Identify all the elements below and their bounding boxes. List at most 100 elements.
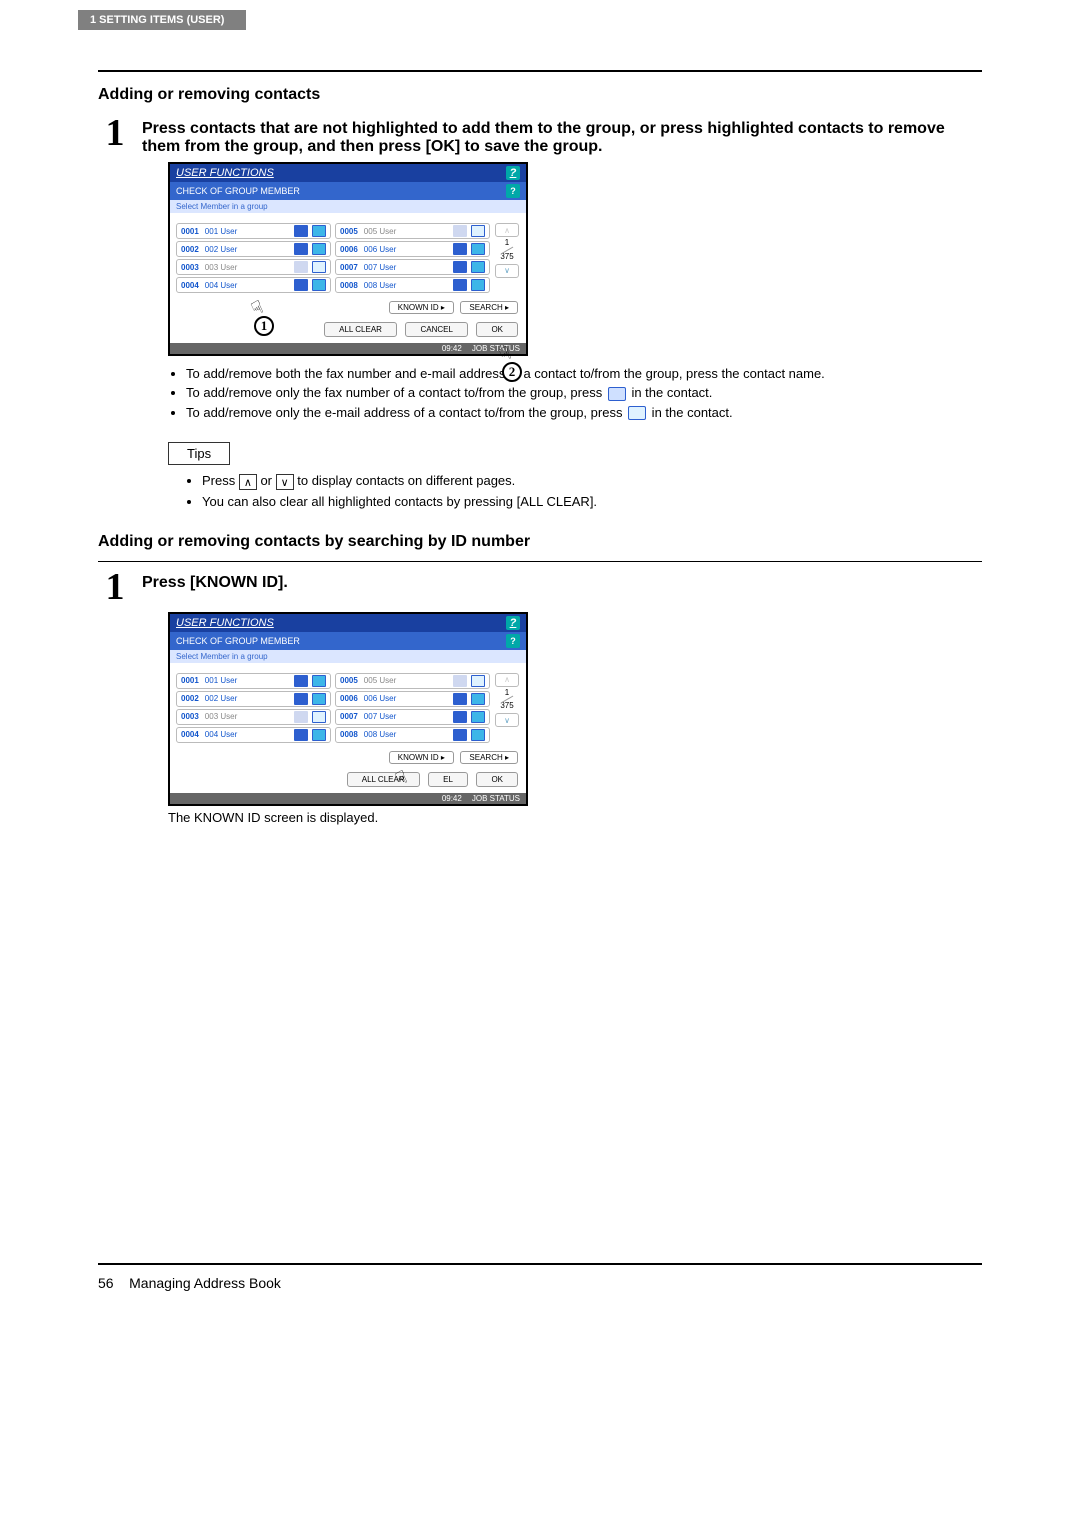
contact-row: 0007007 User [335, 709, 490, 725]
search-button: SEARCH ▸ [460, 301, 518, 314]
email-icon [312, 729, 326, 741]
tip: You can also clear all highlighted conta… [202, 494, 982, 509]
email-icon [312, 693, 326, 705]
divider [98, 1263, 982, 1265]
email-icon [312, 675, 326, 687]
section-title: Adding or removing contacts by searching… [98, 533, 982, 551]
divider [98, 561, 982, 562]
email-icon [471, 711, 485, 723]
contact-row: 0001001 User [176, 223, 331, 239]
contact-row: 0005005 User [335, 223, 490, 239]
fax-icon [294, 675, 308, 687]
callout-2: 2 [502, 362, 522, 382]
fax-icon [453, 693, 467, 705]
fax-icon [294, 243, 308, 255]
fax-icon [294, 693, 308, 705]
fax-icon [453, 225, 467, 237]
step-number: 1 [98, 114, 132, 152]
email-icon [471, 261, 485, 273]
contact-row: 0007007 User [335, 259, 490, 275]
fax-icon [453, 729, 467, 741]
callout-1: 1 [254, 316, 274, 336]
contact-row: 0002002 User [176, 241, 331, 257]
fax-icon [453, 675, 467, 687]
page-total: 375 [500, 701, 513, 710]
contact-row: 0002002 User [176, 691, 331, 707]
screen-title: USER FUNCTIONS [176, 167, 274, 179]
help-icon: ? [506, 166, 520, 180]
fax-icon [294, 225, 308, 237]
help-icon: ? [506, 616, 520, 630]
contact-row: 0004004 User [176, 727, 331, 743]
email-icon [471, 225, 485, 237]
contact-row: 0008008 User [335, 727, 490, 743]
email-icon [471, 729, 485, 741]
contact-row: 0008008 User [335, 277, 490, 293]
ok-button: OK [476, 322, 518, 337]
notes-list: To add/remove both the fax number and e-… [168, 366, 982, 420]
ok-button: OK [476, 772, 518, 787]
email-icon [312, 711, 326, 723]
tip: Press ∧ or ∨ to display contacts on diff… [202, 473, 982, 490]
known-id-button: KNOWN ID ▸ [389, 301, 454, 314]
help-icon: ? [506, 184, 520, 198]
result-text: The KNOWN ID screen is displayed. [168, 810, 982, 825]
page-number: 56 [98, 1275, 114, 1291]
fax-icon [608, 387, 626, 401]
fax-icon [294, 729, 308, 741]
page-up-icon: ∧ [495, 673, 519, 687]
step-number: 1 [98, 568, 132, 606]
search-button: SEARCH ▸ [460, 751, 518, 764]
contact-row: 0005005 User [335, 673, 490, 689]
step-instruction: Press contacts that are not highlighted … [142, 114, 982, 156]
cancel-button: CANCEL [405, 322, 467, 337]
tips-label: Tips [168, 442, 230, 465]
chapter-tab: 1 SETTING ITEMS (USER) [78, 10, 246, 30]
email-icon [471, 675, 485, 687]
email-icon [312, 279, 326, 291]
email-icon [628, 406, 646, 420]
known-id-button: KNOWN ID ▸ [389, 751, 454, 764]
email-icon [471, 279, 485, 291]
page-down-icon: ∨ [495, 713, 519, 727]
email-icon [312, 261, 326, 273]
email-icon [471, 243, 485, 255]
fax-icon [294, 279, 308, 291]
screen-hint: Select Member in a group [170, 200, 526, 213]
cancel-button: EL [428, 772, 468, 787]
contact-row: 0003003 User [176, 709, 331, 725]
status-time: 09:42 [442, 344, 462, 353]
divider [98, 70, 982, 72]
screen-subtitle: CHECK OF GROUP MEMBER [176, 186, 300, 196]
contact-row: 0003003 User [176, 259, 331, 275]
status-job: JOB STATUS [472, 794, 520, 803]
fax-icon [453, 243, 467, 255]
fax-icon [453, 261, 467, 273]
contact-row: 0001001 User [176, 673, 331, 689]
screen-subtitle: CHECK OF GROUP MEMBER [176, 636, 300, 646]
all-clear-button: ALL CLEAR [324, 322, 397, 337]
status-time: 09:42 [442, 794, 462, 803]
tips-list: Press ∧ or ∨ to display contacts on diff… [184, 473, 982, 509]
down-arrow-icon: ∨ [276, 474, 294, 490]
email-icon [312, 243, 326, 255]
contact-row: 0006006 User [335, 691, 490, 707]
note: To add/remove only the e-mail address of… [186, 405, 982, 421]
email-icon [312, 225, 326, 237]
help-icon: ? [506, 634, 520, 648]
fax-icon [294, 711, 308, 723]
note: To add/remove only the fax number of a c… [186, 385, 982, 401]
footer-section: Managing Address Book [129, 1275, 281, 1291]
screen-hint: Select Member in a group [170, 650, 526, 663]
step-instruction: Press [KNOWN ID]. [142, 568, 982, 592]
section-title: Adding or removing contacts [98, 86, 982, 104]
email-icon [471, 693, 485, 705]
contact-row: 0004004 User [176, 277, 331, 293]
fax-icon [294, 261, 308, 273]
note: To add/remove both the fax number and e-… [186, 366, 982, 381]
screen-title: USER FUNCTIONS [176, 617, 274, 629]
page-current: 1 [505, 688, 509, 697]
screenshot: USER FUNCTIONS ? CHECK OF GROUP MEMBER ?… [168, 162, 982, 356]
up-arrow-icon: ∧ [239, 474, 257, 490]
fax-icon [453, 711, 467, 723]
